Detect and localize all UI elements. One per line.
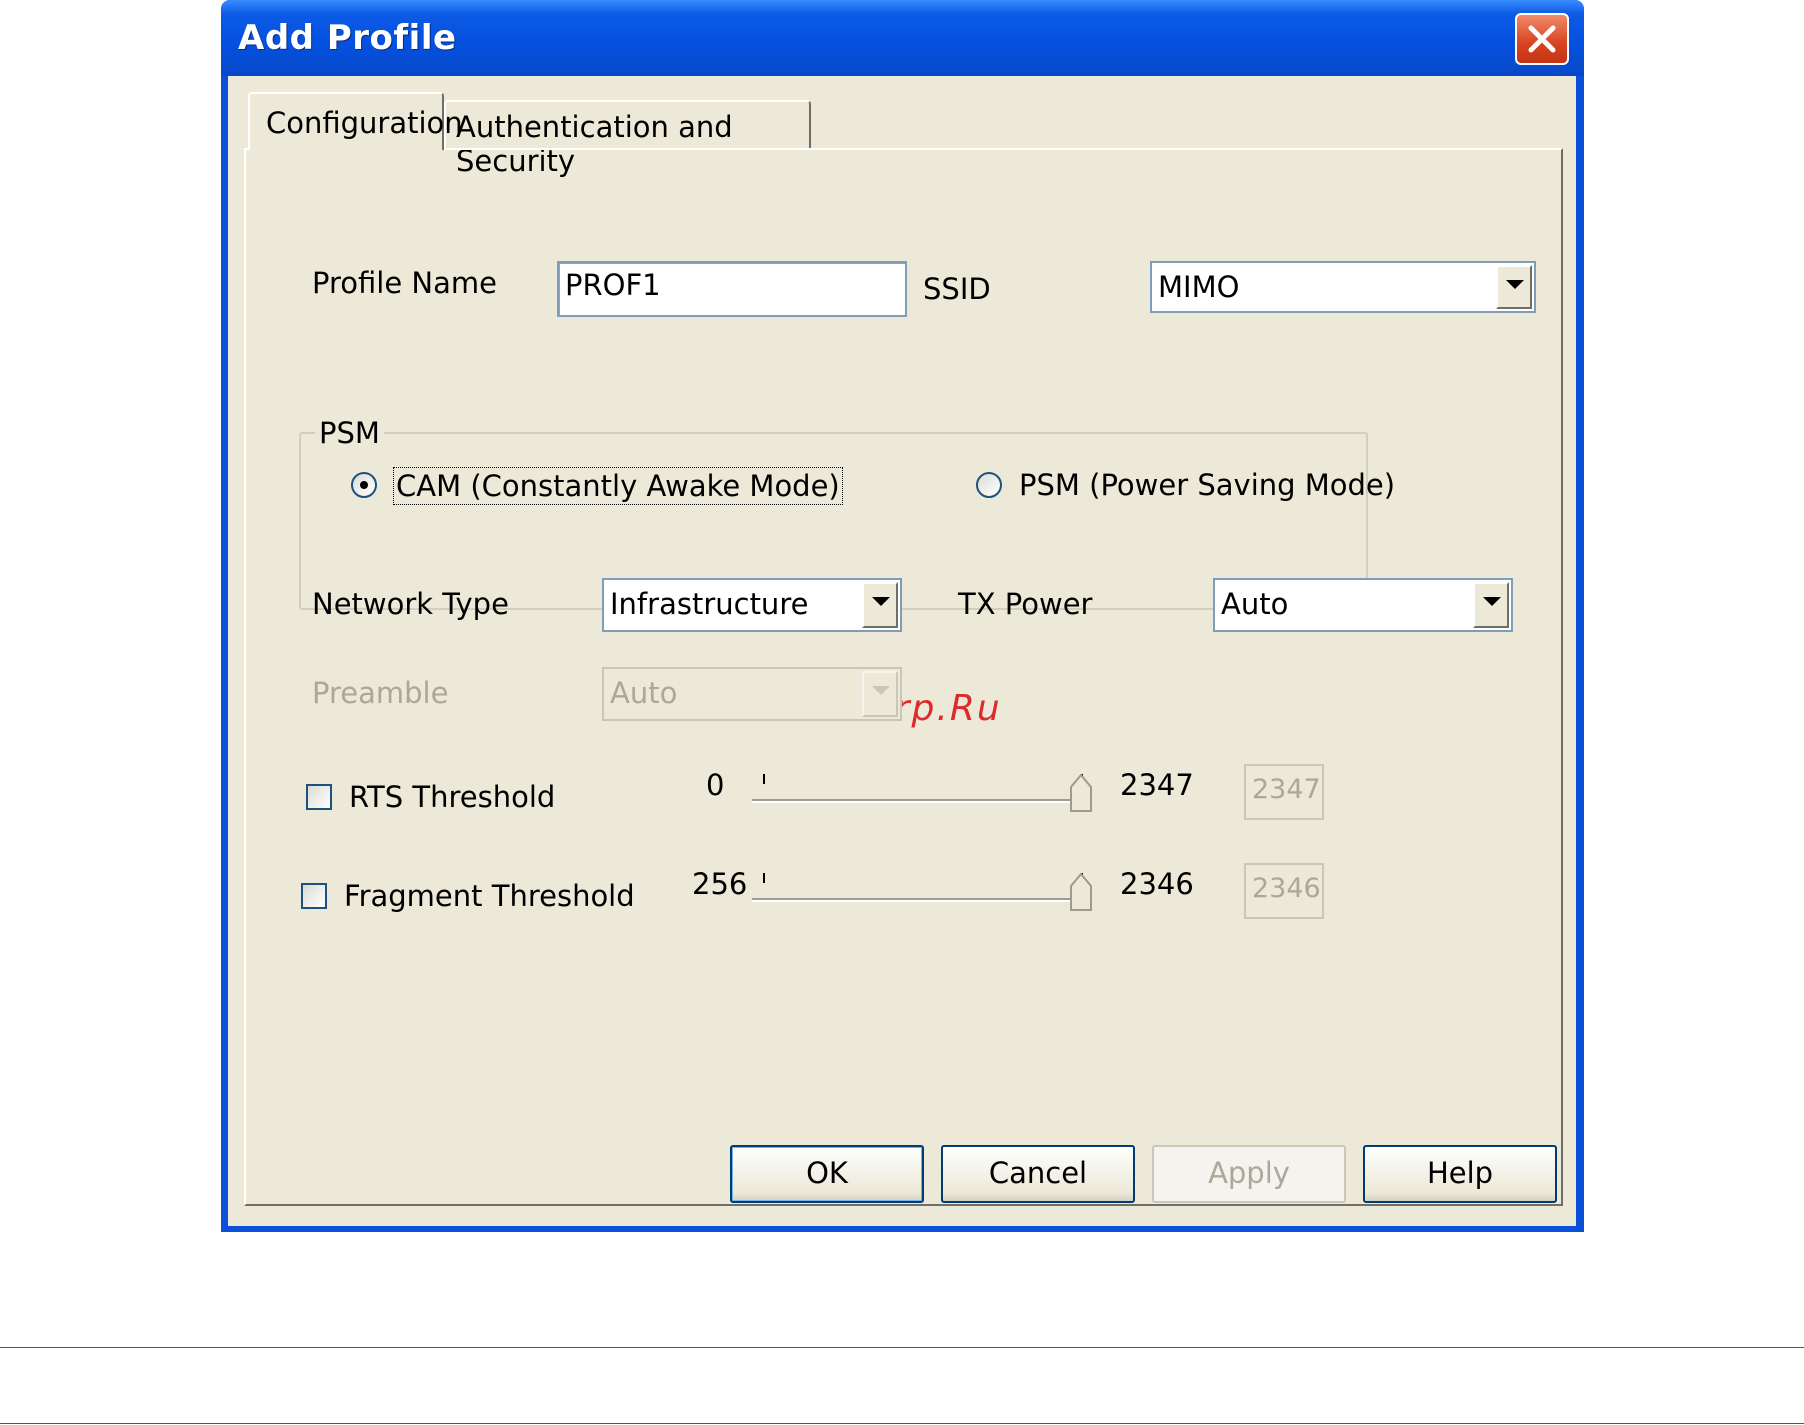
page-divider-bottom: [0, 1423, 1804, 1424]
preamble-value: Auto: [610, 676, 678, 710]
profile-name-input[interactable]: PROF1: [557, 261, 907, 317]
slider-track: [752, 799, 1092, 803]
profile-name-label: Profile Name: [312, 266, 497, 300]
title-bar[interactable]: Add Profile: [221, 0, 1584, 76]
rts-min-label: 0: [706, 768, 725, 802]
tx-power-combobox[interactable]: Auto: [1213, 578, 1513, 632]
fragment-threshold-value-field: 2346: [1244, 863, 1324, 919]
preamble-combobox: Auto: [602, 667, 902, 721]
slider-track: [752, 898, 1092, 902]
preamble-dropdown-button: [862, 671, 898, 717]
chevron-down-icon: [872, 686, 890, 695]
tab-authentication-security[interactable]: Authentication and Security: [444, 100, 811, 178]
dialog-client-area: Configuration Authentication and Securit…: [228, 76, 1576, 1226]
fragment-threshold-label[interactable]: Fragment Threshold: [344, 879, 635, 913]
cam-radio-label[interactable]: CAM (Constantly Awake Mode): [393, 467, 843, 505]
chevron-down-icon: [1483, 597, 1501, 606]
network-type-label: Network Type: [312, 587, 509, 621]
tab-configuration-label: Configuration: [266, 106, 463, 140]
ssid-label: SSID: [923, 272, 991, 306]
chevron-down-icon: [872, 597, 890, 606]
radio-selected-dot: [360, 481, 368, 489]
tx-power-label: TX Power: [958, 587, 1093, 621]
tab-configuration[interactable]: Configuration: [248, 92, 463, 150]
fragment-threshold-slider[interactable]: [752, 863, 1092, 913]
psm-radio-label[interactable]: PSM (Power Saving Mode): [1019, 468, 1395, 502]
close-button[interactable]: [1515, 13, 1569, 65]
psm-group-legend: PSM: [315, 416, 384, 450]
network-type-value: Infrastructure: [610, 587, 809, 621]
fragment-min-label: 256: [692, 867, 748, 901]
rts-threshold-checkbox[interactable]: [306, 784, 332, 810]
slider-tick: [763, 873, 765, 883]
close-icon: [1528, 25, 1556, 53]
tx-power-dropdown-button[interactable]: [1473, 582, 1509, 628]
fragment-max-label: 2346: [1120, 867, 1194, 901]
slider-thumb-icon[interactable]: [1070, 774, 1092, 812]
fragment-threshold-checkbox[interactable]: [301, 883, 327, 909]
preamble-label: Preamble: [312, 676, 449, 710]
rts-threshold-slider[interactable]: [752, 764, 1092, 814]
network-type-combobox[interactable]: Infrastructure: [602, 578, 902, 632]
configuration-panel: Profile Name PROF1 SSID MIMO PSM CAM (Co…: [244, 148, 1563, 1206]
chevron-down-icon: [1506, 280, 1524, 289]
ssid-dropdown-button[interactable]: [1496, 265, 1532, 309]
rts-threshold-label[interactable]: RTS Threshold: [349, 780, 555, 814]
rts-threshold-value-field: 2347: [1244, 764, 1324, 820]
ssid-value: MIMO: [1158, 270, 1240, 304]
psm-radio[interactable]: [976, 472, 1002, 498]
ssid-combobox[interactable]: MIMO: [1150, 261, 1536, 313]
rts-max-label: 2347: [1120, 768, 1194, 802]
slider-thumb-icon[interactable]: [1070, 873, 1092, 911]
dialog-title: Add Profile: [238, 18, 457, 58]
add-profile-dialog: Add Profile Configuration Authentication…: [221, 0, 1584, 1232]
page-divider-top: [0, 1347, 1804, 1348]
cam-radio[interactable]: [351, 472, 377, 498]
network-type-dropdown-button[interactable]: [862, 582, 898, 628]
slider-tick: [763, 774, 765, 784]
tx-power-value: Auto: [1221, 587, 1289, 621]
